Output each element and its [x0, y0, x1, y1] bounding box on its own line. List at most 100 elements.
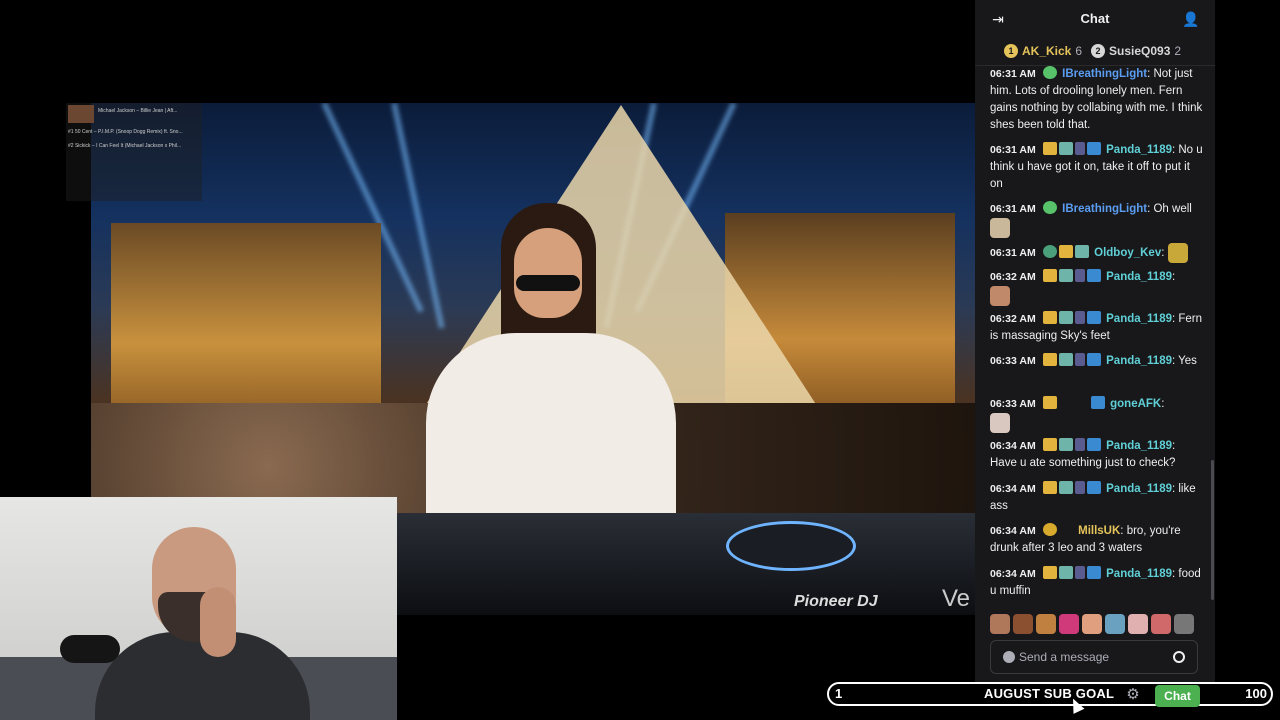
emote-icon[interactable]: [1059, 614, 1079, 634]
game-controller: [60, 635, 120, 663]
timestamp: 06:33 AM: [990, 398, 1036, 410]
message-text: Yes: [1178, 355, 1197, 367]
chat-messages: 06:31 AM IBreathingLight: Not just him. …: [975, 66, 1215, 606]
deck-brand-partial: Ve: [942, 585, 971, 612]
queue-title: Sickick – I Can Feel It (Michael Jackson…: [74, 143, 182, 149]
gifter-badge-icon: [1042, 523, 1057, 536]
emote-icon[interactable]: [1082, 614, 1102, 634]
crown-badge-icon: [1042, 396, 1057, 409]
chat-message: 06:34 AM MillsUK: bro, you're drunk afte…: [990, 523, 1181, 554]
chat-message: 06:31 AM IBreathingLight: Oh well: [990, 201, 1204, 238]
timestamp: 06:31 AM: [990, 203, 1036, 215]
timestamp: 06:34 AM: [990, 525, 1036, 537]
emote-icon[interactable]: [1174, 614, 1194, 634]
chat-input[interactable]: [1019, 649, 1169, 665]
username[interactable]: Panda_1189: [1106, 440, 1172, 452]
username[interactable]: Panda_1189: [1106, 568, 1172, 580]
emote-icon[interactable]: [1151, 614, 1171, 634]
chat-panel: ⇥ Chat 👤 1 AK_Kick 6 2 SusieQ093 2 06:31…: [975, 0, 1215, 682]
username[interactable]: Panda_1189: [1106, 355, 1172, 367]
building-left: [111, 223, 381, 423]
goal-target: 100: [1245, 686, 1267, 701]
username[interactable]: IBreathingLight: [1062, 68, 1147, 80]
chat-message: 06:33 AM goneAFK:: [990, 396, 1204, 433]
username[interactable]: Panda_1189: [1106, 144, 1172, 156]
timestamp: 06:34 AM: [990, 568, 1036, 580]
chat-scrollbar[interactable]: [1211, 460, 1214, 600]
emote-icon[interactable]: [990, 614, 1010, 634]
queue-title: 50 Cent – P.I.M.P. (Snoop Dogg Remix) ft…: [74, 129, 183, 135]
subscriber-badge-icon: [1058, 142, 1073, 155]
chat-button[interactable]: Chat: [1155, 685, 1200, 707]
username[interactable]: Panda_1189: [1106, 313, 1172, 325]
username[interactable]: goneAFK: [1110, 398, 1161, 410]
tenure-badge-icon: [1042, 245, 1057, 259]
music-queue-item: #2 Sickick – I Can Feel It (Michael Jack…: [68, 143, 202, 149]
streamer-hand: [200, 587, 236, 657]
crown-badge-icon: [1042, 142, 1057, 155]
chat-title: Chat: [1080, 11, 1110, 26]
x-badge-icon: [1086, 566, 1101, 579]
gamer-badge-icon: [1074, 566, 1085, 579]
goal-label: AUGUST SUB GOAL: [984, 686, 1115, 701]
message-text: Have u ate something just to check?: [990, 457, 1176, 469]
chat-input-box: [990, 640, 1198, 674]
users-icon[interactable]: 👤: [1182, 10, 1200, 28]
emote-icon[interactable]: [1013, 614, 1033, 634]
gift-leaderboard: 1 AK_Kick 6 2 SusieQ093 2: [975, 38, 1215, 66]
subscriber-badge-icon: [1058, 566, 1073, 579]
crown-badge-icon: [1058, 245, 1073, 259]
jog-wheel: [726, 521, 856, 571]
sub-goal-bar: 1 AUGUST SUB GOAL 100: [827, 682, 1273, 706]
emote-icon[interactable]: [1105, 614, 1125, 634]
timestamp: 06:31 AM: [990, 144, 1036, 156]
timestamp: 06:33 AM: [990, 355, 1036, 367]
leaderboard-item[interactable]: 1 AK_Kick 6: [1004, 44, 1082, 58]
crown-badge-icon: [1042, 566, 1057, 579]
chat-header: ⇥ Chat 👤: [975, 0, 1215, 38]
leaderboard-count: 6: [1075, 44, 1083, 58]
emote-icon: [990, 413, 1010, 433]
dj-face: [514, 228, 582, 318]
rank-badge: 2: [1091, 44, 1105, 58]
chat-message: 06:31 AM Oldboy_Kev:: [990, 243, 1204, 263]
chat-message: 06:34 AM Panda_1189: Have u ate somethin…: [990, 438, 1176, 469]
crown-badge-icon: [1042, 481, 1057, 494]
username[interactable]: MillsUK: [1078, 525, 1120, 537]
crown-badge-icon: [1042, 311, 1057, 324]
music-overlay: Michael Jackson – Billie Jean | Aft... #…: [66, 103, 202, 201]
now-playing: Michael Jackson – Billie Jean | Aft...: [98, 108, 178, 114]
chat-message: 06:32 AM Panda_1189:: [990, 269, 1204, 306]
chat-message: 06:31 AM IBreathingLight: Not just him. …: [990, 66, 1203, 131]
shield-icon: [1003, 651, 1015, 663]
timestamp: 06:32 AM: [990, 313, 1036, 325]
subscriber-badge-icon: [1074, 245, 1089, 259]
smiley-icon[interactable]: [1173, 651, 1185, 663]
username[interactable]: Panda_1189: [1106, 271, 1172, 283]
username[interactable]: IBreathingLight: [1062, 203, 1147, 215]
x-badge-icon: [1086, 438, 1101, 451]
emote-icon[interactable]: [1128, 614, 1148, 634]
username[interactable]: Oldboy_Kev: [1094, 247, 1161, 259]
chat-message: 06:32 AM Panda_1189: Fern is massaging S…: [990, 311, 1203, 342]
leaderboard-item[interactable]: 2 SusieQ093 2: [1091, 44, 1181, 58]
timestamp: 06:31 AM: [990, 68, 1036, 80]
x-badge-icon: [1086, 269, 1101, 282]
goal-current: 1: [835, 686, 843, 701]
gear-icon[interactable]: ⚙: [1125, 687, 1141, 703]
timestamp: 06:34 AM: [990, 440, 1036, 452]
message-text: Oh well: [1153, 203, 1192, 215]
rank-badge: 1: [1004, 44, 1018, 58]
gamer-badge-icon: [1074, 353, 1085, 366]
crown-badge-icon: [1042, 269, 1057, 282]
emote-icon: [990, 218, 1010, 238]
chat-message: 06:33 AM Panda_1189: Yes: [990, 353, 1197, 367]
quick-emote-bar: [990, 614, 1205, 634]
username[interactable]: Panda_1189: [1106, 483, 1172, 495]
emote-icon[interactable]: [1036, 614, 1056, 634]
dj-sunglasses: [516, 275, 580, 291]
leaderboard-count: 2: [1174, 44, 1182, 58]
subscriber-badge-icon: [1058, 269, 1073, 282]
gamer-badge-icon: [1074, 311, 1085, 324]
subscriber-badge-icon: [1058, 311, 1073, 324]
